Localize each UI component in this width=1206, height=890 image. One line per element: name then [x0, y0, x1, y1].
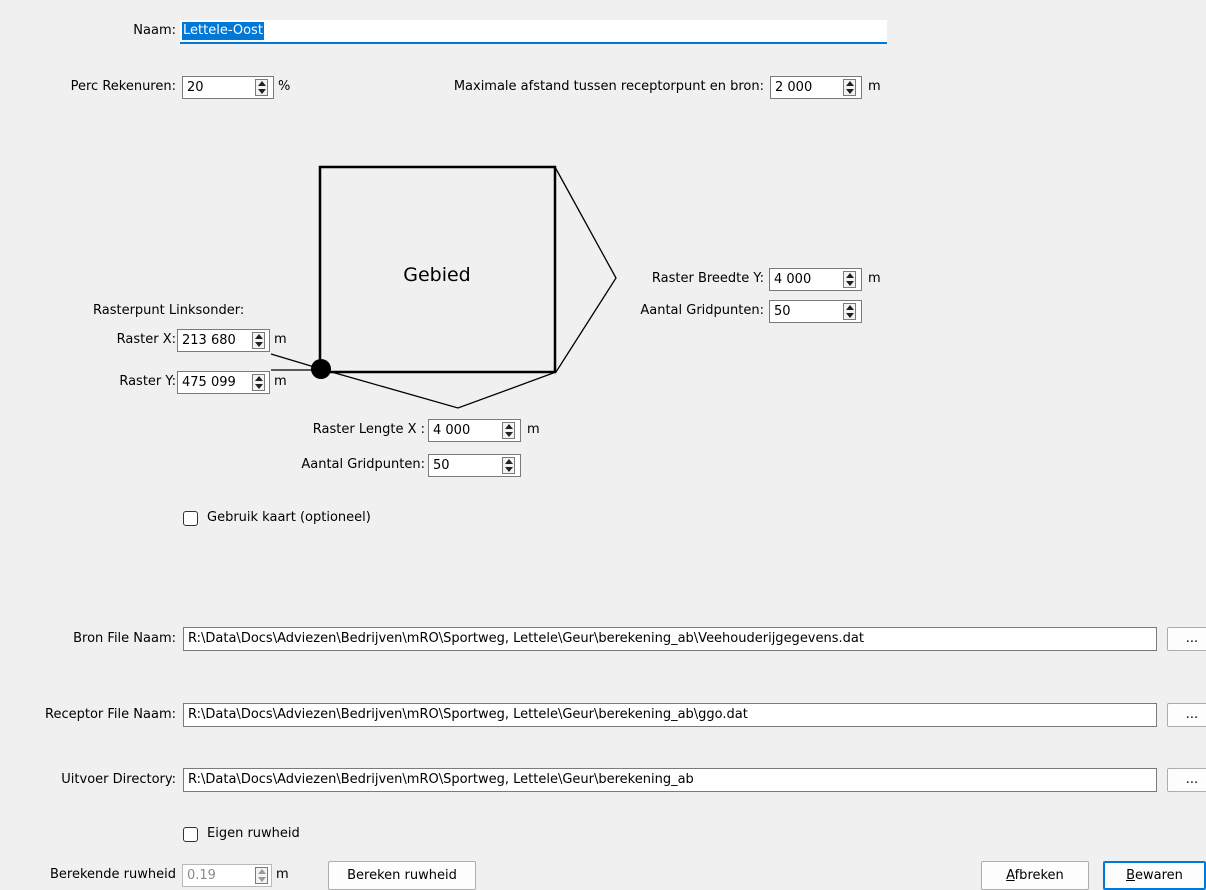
bron-file-label: Bron File Naam: — [73, 631, 176, 646]
breedte-gridpunten-label: Aantal Gridpunten: — [640, 303, 764, 318]
raster-lengte-label: Raster Lengte X : — [312, 422, 425, 437]
raster-breedte-label: Raster Breedte Y: — [651, 271, 764, 286]
receptor-file-browse-button[interactable]: ... — [1167, 703, 1206, 727]
raster-lengte-unit: m — [527, 422, 540, 437]
lengte-gridpunten-label: Aantal Gridpunten: — [301, 457, 425, 472]
raster-breedte-spin-icon[interactable] — [843, 271, 856, 288]
raster-x-input[interactable]: 213 680 — [177, 329, 270, 352]
lengte-gridpunten-input[interactable]: 50 — [428, 454, 521, 477]
berekende-ruwheid-unit: m — [276, 867, 289, 882]
raster-breedte-input[interactable]: 4 000 — [769, 268, 862, 291]
afbreken-button[interactable]: Afbreken — [981, 861, 1089, 890]
berekende-ruwheid-label: Berekende ruwheid — [50, 867, 176, 882]
raster-y-unit: m — [274, 374, 287, 389]
raster-y-value: 475 099 — [182, 375, 236, 390]
rasterpunt-heading: Rasterpunt Linksonder: — [93, 303, 245, 318]
uitvoer-dir-value: R:\Data\Docs\Adviezen\Bedrijven\mRO\Spor… — [188, 772, 694, 787]
uitvoer-dir-label: Uitvoer Directory: — [61, 772, 176, 787]
breedte-gridpunten-value: 50 — [774, 304, 791, 319]
bewaren-label: ewaren — [1135, 868, 1183, 883]
bron-file-browse-button[interactable]: ... — [1167, 627, 1206, 651]
gebruik-kaart-checkbox[interactable] — [183, 511, 198, 526]
afbreken-accesskey: A — [1006, 868, 1015, 883]
bron-file-value: R:\Data\Docs\Adviezen\Bedrijven\mRO\Spor… — [188, 631, 864, 646]
bewaren-accesskey: B — [1126, 868, 1135, 883]
raster-x-unit: m — [274, 332, 287, 347]
raster-x-label: Raster X: — [116, 332, 176, 347]
berekende-ruwheid-input[interactable]: 0.19 — [182, 864, 272, 887]
bewaren-button[interactable]: Bewaren — [1103, 861, 1206, 890]
raster-x-value: 213 680 — [182, 333, 236, 348]
eigen-ruwheid-checkbox[interactable] — [183, 827, 198, 842]
gebruik-kaart-label: Gebruik kaart (optioneel) — [207, 510, 371, 525]
breedte-gridpunten-spin-icon[interactable] — [843, 303, 856, 320]
raster-y-spin-icon[interactable] — [252, 374, 265, 391]
bereken-ruwheid-button[interactable]: Bereken ruwheid — [328, 861, 476, 890]
raster-x-pointer — [270, 353, 322, 370]
lengte-gridpunten-value: 50 — [433, 458, 450, 473]
afbreken-label: fbreken — [1014, 868, 1064, 883]
berekende-ruwheid-value: 0.19 — [187, 868, 216, 883]
raster-breedte-value: 4 000 — [774, 272, 812, 287]
berekende-ruwheid-spin-icon[interactable] — [255, 867, 268, 884]
lengte-bracket — [320, 368, 557, 409]
receptor-file-label: Receptor File Naam: — [45, 707, 176, 722]
raster-lengte-value: 4 000 — [433, 423, 471, 438]
lengte-gridpunten-spin-icon[interactable] — [502, 457, 515, 474]
uitvoer-dir-input[interactable]: R:\Data\Docs\Adviezen\Bedrijven\mRO\Spor… — [183, 768, 1157, 792]
raster-y-input[interactable]: 475 099 — [177, 371, 270, 394]
raster-lengte-spin-icon[interactable] — [502, 422, 515, 439]
breedte-bracket — [554, 166, 617, 373]
uitvoer-dir-browse-button[interactable]: ... — [1167, 768, 1206, 792]
raster-lengte-input[interactable]: 4 000 — [428, 419, 521, 442]
breedte-gridpunten-input[interactable]: 50 — [769, 300, 862, 323]
raster-breedte-unit: m — [868, 271, 881, 286]
raster-x-spin-icon[interactable] — [252, 332, 265, 349]
eigen-ruwheid-label: Eigen ruwheid — [207, 826, 300, 841]
bron-file-input[interactable]: R:\Data\Docs\Adviezen\Bedrijven\mRO\Spor… — [183, 627, 1157, 651]
raster-y-label: Raster Y: — [119, 374, 176, 389]
receptor-file-value: R:\Data\Docs\Adviezen\Bedrijven\mRO\Spor… — [188, 707, 748, 722]
raster-diagram: Gebied — [270, 165, 617, 409]
gebied-label: Gebied — [403, 264, 471, 286]
receptor-file-input[interactable]: R:\Data\Docs\Adviezen\Bedrijven\mRO\Spor… — [183, 703, 1157, 727]
